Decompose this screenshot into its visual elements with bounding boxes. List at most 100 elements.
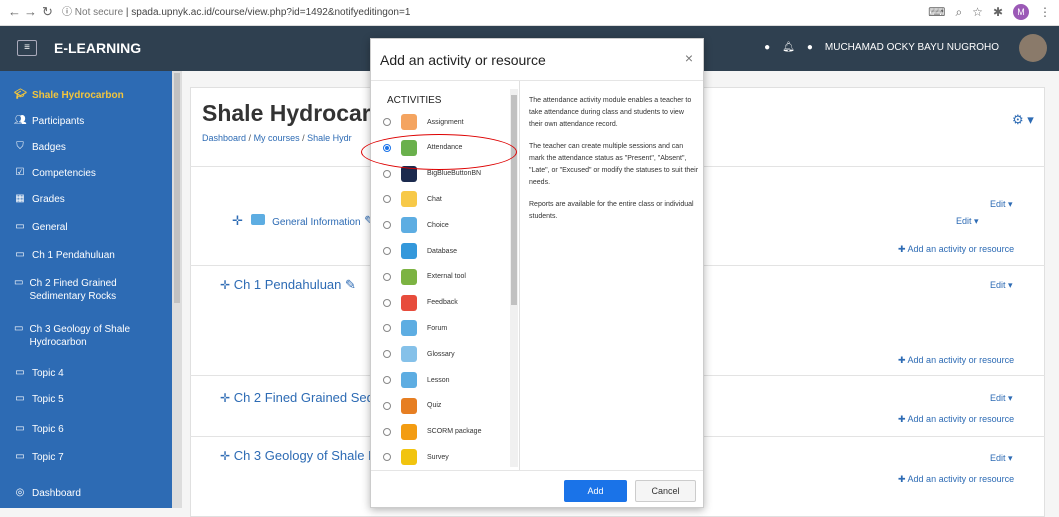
sidebar-item-topic7[interactable]: ▭ Topic 7: [14, 451, 63, 464]
activity-option[interactable]: BigBlueButtonBN: [383, 161, 509, 187]
activity-radio[interactable]: [383, 453, 391, 462]
add-activity-link-3[interactable]: ✚ Add an activity or resource: [898, 474, 1014, 485]
edit-menu-section-3[interactable]: Edit ▾: [990, 453, 1013, 464]
activity-option[interactable]: Glossary: [383, 341, 509, 367]
activity-radio[interactable]: [383, 427, 391, 436]
sidebar-item-participants[interactable]: 👥︎ Participants: [14, 115, 84, 128]
activity-radio[interactable]: [383, 401, 391, 410]
sidebar-item-grades[interactable]: ▦ Grades: [14, 193, 65, 206]
activity-icon: [401, 449, 417, 465]
table-icon: ▦: [15, 193, 25, 204]
breadcrumb-dashboard[interactable]: Dashboard: [202, 133, 246, 143]
activity-option[interactable]: External tool: [383, 264, 509, 290]
activity-option[interactable]: Assignment: [383, 109, 509, 135]
gear-icon[interactable]: ⚙ ▾: [1012, 112, 1034, 128]
back-icon[interactable]: ←: [8, 4, 21, 19]
sidebar-item-ch1[interactable]: ▭ Ch 1 Pendahuluan: [14, 249, 115, 262]
info-icon: ⓘ: [62, 7, 72, 18]
activity-radio[interactable]: [383, 324, 391, 333]
activity-label: Feedback: [427, 299, 458, 307]
activity-option[interactable]: Chat: [383, 186, 509, 212]
section-title-general[interactable]: ✛ General Information ✎: [232, 213, 375, 229]
translate-icon[interactable]: ⌨: [928, 5, 945, 19]
globe-icon[interactable]: ●: [764, 42, 770, 53]
activity-icon: [401, 268, 417, 285]
check-square-icon: ☑: [15, 167, 25, 178]
add-button[interactable]: Add: [564, 480, 627, 502]
activity-list-scrollbar[interactable]: [510, 89, 518, 467]
add-activity-link-0[interactable]: ✚ Add an activity or resource: [898, 244, 1014, 255]
activity-icon: [401, 423, 417, 440]
profile-avatar[interactable]: M: [1013, 4, 1029, 20]
add-activity-link-1[interactable]: ✚ Add an activity or resource: [898, 355, 1014, 366]
activity-icon: [401, 217, 417, 234]
move-icon[interactable]: ✛: [220, 449, 230, 463]
user-name[interactable]: MUCHAMAD OCKY BAYU NUGROHO: [825, 42, 999, 53]
menu-dots-icon[interactable]: ⋮: [1039, 5, 1051, 19]
extensions-icon[interactable]: ✱: [993, 5, 1003, 19]
forward-icon[interactable]: →: [24, 4, 37, 19]
activity-radio[interactable]: [383, 221, 391, 230]
activity-radio[interactable]: [383, 272, 391, 281]
sidebar-item-dashboard[interactable]: ◎ Dashboard: [14, 487, 81, 500]
sidebar-item-ch2[interactable]: ▭ Ch 2 Fined Grained Sedimentary Rocks: [14, 277, 154, 303]
site-brand[interactable]: E-LEARNING: [54, 40, 141, 56]
dashboard-icon: ◎: [15, 487, 25, 498]
activity-radio[interactable]: [383, 298, 391, 307]
sidebar-item-badges[interactable]: ⛉ Badges: [14, 141, 66, 154]
add-activity-link-2[interactable]: ✚ Add an activity or resource: [898, 414, 1014, 425]
activity-option[interactable]: Lesson: [383, 367, 509, 393]
bell-icon[interactable]: 🔔︎: [782, 42, 795, 53]
activity-option[interactable]: SCORM package: [383, 419, 509, 445]
sidebar-item-ch3[interactable]: ▭ Ch 3 Geology of Shale Hydrocarbon: [14, 323, 154, 349]
breadcrumb-course[interactable]: Shale Hydr: [307, 133, 352, 143]
activity-option[interactable]: Forum: [383, 315, 509, 341]
address-bar[interactable]: ⓘ Not secure | spada.upnyk.ac.id/course/…: [62, 3, 962, 23]
activity-radio[interactable]: [383, 376, 391, 384]
activity-option[interactable]: Survey: [383, 444, 509, 465]
activity-radio[interactable]: [383, 118, 391, 126]
user-avatar[interactable]: [1019, 34, 1047, 62]
folder-icon: ▭: [15, 451, 25, 462]
activity-label: Survey: [427, 453, 449, 461]
activity-option[interactable]: Feedback: [383, 290, 509, 316]
activity-option[interactable]: Choice: [383, 212, 509, 238]
activity-radio[interactable]: [383, 143, 391, 152]
folder-icon: ▭: [15, 249, 25, 260]
activity-radio[interactable]: [383, 247, 391, 255]
sidebar-item-general[interactable]: ▭ General: [14, 221, 67, 234]
sidebar-item-topic6[interactable]: ▭ Topic 6: [14, 423, 63, 436]
star-icon[interactable]: ☆: [972, 5, 983, 19]
reload-icon[interactable]: ↻: [42, 4, 53, 20]
activity-option[interactable]: Database: [383, 238, 509, 264]
section-title-ch2[interactable]: ✛ Ch 2 Fined Grained Sedi: [220, 390, 377, 405]
close-icon[interactable]: ×: [685, 50, 693, 66]
section-title-ch3[interactable]: ✛ Ch 3 Geology of Shale H: [220, 448, 378, 463]
move-icon[interactable]: ✛: [220, 278, 230, 292]
edit-menu-section-2[interactable]: Edit ▾: [990, 393, 1013, 404]
activity-option[interactable]: Quiz: [383, 393, 509, 419]
zoom-icon[interactable]: ⌕: [955, 5, 962, 20]
breadcrumb-my-courses[interactable]: My courses: [254, 133, 300, 143]
chat-icon[interactable]: ●: [807, 42, 813, 53]
activity-radio[interactable]: [383, 195, 391, 204]
folder-icon: ▭: [15, 423, 25, 434]
sidebar-scrollbar[interactable]: [172, 71, 182, 508]
cancel-button[interactable]: Cancel: [635, 480, 696, 502]
move-icon[interactable]: ✛: [232, 213, 243, 228]
edit-menu-activity[interactable]: Edit ▾: [956, 216, 979, 227]
move-icon[interactable]: ✛: [220, 391, 230, 405]
edit-menu-section-1[interactable]: Edit ▾: [990, 280, 1013, 291]
activity-radio[interactable]: [383, 169, 391, 178]
dialog-footer: Add Cancel: [371, 470, 703, 508]
sidebar-item-course[interactable]: 🎓︎ Shale Hydrocarbon: [14, 89, 124, 102]
sidebar-item-topic5[interactable]: ▭ Topic 5: [14, 393, 63, 406]
sidebar-item-topic4[interactable]: ▭ Topic 4: [14, 367, 63, 380]
edit-menu-section-0[interactable]: Edit ▾: [990, 199, 1013, 210]
activity-option[interactable]: Attendance: [383, 135, 509, 161]
activity-radio[interactable]: [383, 350, 391, 359]
section-title-ch1[interactable]: ✛ Ch 1 Pendahuluan ✎: [220, 277, 356, 293]
menu-toggle-button[interactable]: ≡: [17, 40, 37, 56]
sidebar-item-competencies[interactable]: ☑ Competencies: [14, 167, 96, 180]
activity-label: Glossary: [427, 350, 455, 358]
